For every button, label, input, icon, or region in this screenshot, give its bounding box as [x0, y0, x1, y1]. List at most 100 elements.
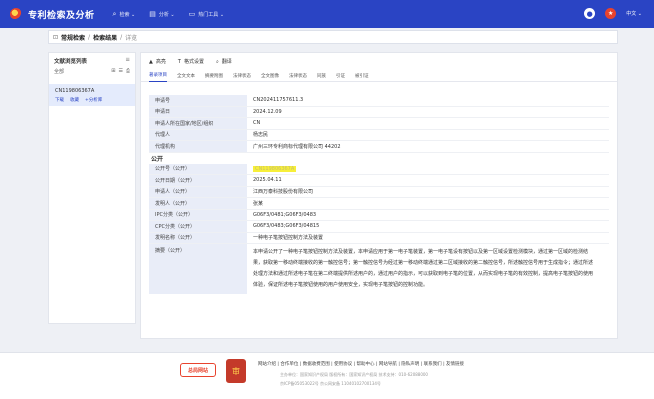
- top-header: 专利检索及分析 ⌕ 检索 ⌄ ▤ 分析 ⌄ ▭ 热门工具 ⌄ ● ★ 中文 ⌄: [0, 0, 654, 28]
- nav-tools-label: 热门工具 ⌄: [198, 11, 225, 18]
- highlight-button[interactable]: ▲ 高亮: [149, 58, 166, 66]
- translate-button[interactable]: ⌕ 翻译: [215, 58, 232, 66]
- user-icon[interactable]: ●: [584, 8, 596, 19]
- print-icon[interactable]: ⎙: [126, 68, 130, 75]
- field-value: 杨志民: [253, 132, 269, 139]
- tab-fulltext-image[interactable]: 全文图像: [261, 73, 279, 79]
- list-icon[interactable]: ☰: [119, 68, 123, 75]
- list-filter[interactable]: 全部: [54, 68, 64, 75]
- footer-icp: 京ICP备05053022号 京公网安备 11040102700134号: [280, 381, 381, 386]
- footer-emblem-icon: 审: [226, 359, 246, 383]
- field-value: CN: [253, 120, 261, 127]
- section-heading: 公开: [151, 155, 164, 163]
- list-item[interactable]: CN119806367A 下载 收藏 +分析库: [49, 84, 135, 106]
- biblio-table: 申请号 CN202411757611.3 申请日 2024.12.09 申请人所在国…: [149, 95, 609, 294]
- language-flag-icon[interactable]: ★: [605, 8, 617, 19]
- field-label: 发明人（公开）: [149, 198, 247, 209]
- top-nav: ⌕ 检索 ⌄ ▤ 分析 ⌄ ▭ 热门工具 ⌄: [113, 10, 225, 19]
- tab-legal-status[interactable]: 法律状态: [233, 73, 251, 79]
- list-title: 文献浏览列表 ≡: [49, 53, 135, 65]
- breadcrumb-results[interactable]: 检索结果: [93, 33, 117, 42]
- chart-icon: ▤: [149, 10, 156, 18]
- table-row: 申请日 2024.12.09: [149, 106, 609, 118]
- nav-analysis-label: 分析 ⌄: [158, 11, 175, 18]
- tab-family[interactable]: 同族: [317, 73, 326, 79]
- footer-links[interactable]: 网站介绍 | 合作单位 | 数据收费范围 | 使用协议 | 帮助中心 | 网站导…: [258, 361, 464, 367]
- table-row: 代理人 杨志民: [149, 129, 609, 141]
- translate-icon: ⌕: [215, 58, 219, 65]
- detail-toolbar: ▲ 高亮 T 格式设置 ⌕ 翻译: [141, 53, 617, 70]
- list-title-text: 文献浏览列表: [54, 59, 88, 65]
- text-format-icon: T: [177, 58, 181, 65]
- breadcrumb-current: 详览: [125, 34, 138, 42]
- document-list-panel: 文献浏览列表 ≡ 全部 ⊞ ☰ ⎙ CN119806367A 下载 收藏 +分析…: [48, 52, 136, 324]
- page-footer: 总局网站 审 网站介绍 | 合作单位 | 数据收费范围 | 使用协议 | 帮助中…: [0, 352, 654, 399]
- add-analysis-link[interactable]: +分析库: [85, 97, 102, 103]
- detail-tabs: 著录项目 全文文本 摘要附图 法律状态 全文图像 法律状态 同族 引证 被引证: [141, 70, 617, 82]
- field-label: 申请人所在国家/地区/组织: [149, 118, 247, 129]
- field-value: CN202411757611.3: [253, 97, 304, 104]
- field-value: G06F3/0481;G06F3/0483: [253, 211, 317, 218]
- tab-fulltext[interactable]: 全文文本: [177, 73, 195, 79]
- collapse-icon[interactable]: ≡: [125, 57, 130, 65]
- highlight-icon: ▲: [149, 58, 153, 65]
- table-row: 申请号 CN202411757611.3: [149, 95, 609, 107]
- field-label: CPC分类（公开）: [149, 221, 247, 232]
- table-row: 发明名称（公开） 一种电子笔按钮控制方法及装置: [149, 232, 609, 244]
- nav-search-label: 检索 ⌄: [119, 11, 136, 18]
- header-right: ● ★ 中文 ⌄: [584, 8, 642, 19]
- field-label: 代理机构: [149, 141, 247, 152]
- back-icon[interactable]: ⊡: [53, 34, 58, 41]
- field-value: 2025.04.11: [253, 177, 282, 184]
- brand-title[interactable]: 专利检索及分析: [28, 8, 95, 21]
- table-row: IPC分类（公开） G06F3/0481;G06F3/0483: [149, 209, 609, 221]
- nav-search[interactable]: ⌕ 检索 ⌄: [113, 10, 136, 19]
- field-value: 2024.12.09: [253, 108, 282, 115]
- search-icon: ⌕: [112, 9, 117, 18]
- field-label: 申请人（公开）: [149, 186, 247, 197]
- field-value: 一种电子笔按钮控制方法及装置: [253, 235, 324, 242]
- breadcrumb: ⊡ 常规检索 / 检索结果 / 详览: [48, 30, 618, 44]
- table-row: CPC分类（公开） G06F3/0483;G06F3/04815: [149, 221, 609, 233]
- field-label: 代理人: [149, 129, 247, 140]
- field-label: 发明名称（公开）: [149, 232, 247, 243]
- table-row: 发明人（公开） 张某: [149, 198, 609, 210]
- tab-legal-status-2[interactable]: 法律状态: [289, 73, 307, 79]
- breadcrumb-home[interactable]: 常规检索: [61, 33, 85, 42]
- field-label: 申请号: [149, 95, 247, 106]
- table-row: 申请人所在国家/地区/组织 CN: [149, 118, 609, 130]
- breadcrumb-separator: /: [88, 33, 91, 41]
- tab-biblio[interactable]: 著录项目: [149, 70, 167, 82]
- download-link[interactable]: 下载: [55, 97, 64, 103]
- tab-abstract-figure[interactable]: 摘要附图: [205, 73, 223, 79]
- tab-citations[interactable]: 引证: [336, 73, 345, 79]
- field-value: 江西万泰科技股份有限公司: [253, 189, 314, 196]
- field-label: IPC分类（公开）: [149, 209, 247, 220]
- grid-icon[interactable]: ⊞: [111, 68, 115, 75]
- field-value: 张某: [253, 200, 264, 207]
- footer-info: 主办单位：国家知识产权局 版权所有：国家知识产权局 技术支持：010-62088…: [280, 372, 428, 377]
- document-detail-panel: ▲ 高亮 T 格式设置 ⌕ 翻译 著录项目 全文文本 摘要附图 法律状态 全文图像 法…: [140, 52, 618, 339]
- table-row: 申请人（公开） 江西万泰科技股份有限公司: [149, 186, 609, 198]
- list-item-actions: 下载 收藏 +分析库: [55, 97, 129, 103]
- field-value: 广州三环专利商标代理有限公司 44202: [253, 143, 341, 150]
- list-tools: 全部 ⊞ ☰ ⎙: [49, 65, 135, 78]
- field-label: 申请日: [149, 106, 247, 117]
- footer-logo[interactable]: 总局网站: [180, 363, 216, 377]
- list-item-number[interactable]: CN119806367A: [55, 88, 129, 94]
- field-value: G06F3/0483;G06F3/04815: [253, 223, 320, 230]
- abstract-text: 本申请公开了一种电子笔按钮控制方法及装置，本申请应用于第一电子笔装置，第一电子笔…: [253, 249, 594, 288]
- table-row: 公开号（公开） CN119806367A: [149, 163, 609, 175]
- nav-analysis[interactable]: ▤ 分析 ⌄: [149, 10, 174, 18]
- breadcrumb-separator: /: [120, 33, 123, 41]
- abstract-row: 摘要（公开） 本申请公开了一种电子笔按钮控制方法及装置，本申请应用于第一电子笔装…: [149, 244, 609, 294]
- nav-tools[interactable]: ▭ 热门工具 ⌄: [189, 10, 224, 18]
- field-label: 摘要（公开）: [149, 244, 247, 294]
- format-button[interactable]: T 格式设置: [177, 58, 204, 66]
- language-selector[interactable]: 中文 ⌄: [626, 10, 642, 17]
- favorite-link[interactable]: 收藏: [70, 97, 79, 103]
- site-logo-icon[interactable]: [10, 8, 22, 20]
- field-label: 公开号（公开）: [149, 163, 247, 174]
- publication-number[interactable]: CN119806367A: [253, 165, 297, 172]
- tab-cited-by[interactable]: 被引证: [355, 73, 369, 79]
